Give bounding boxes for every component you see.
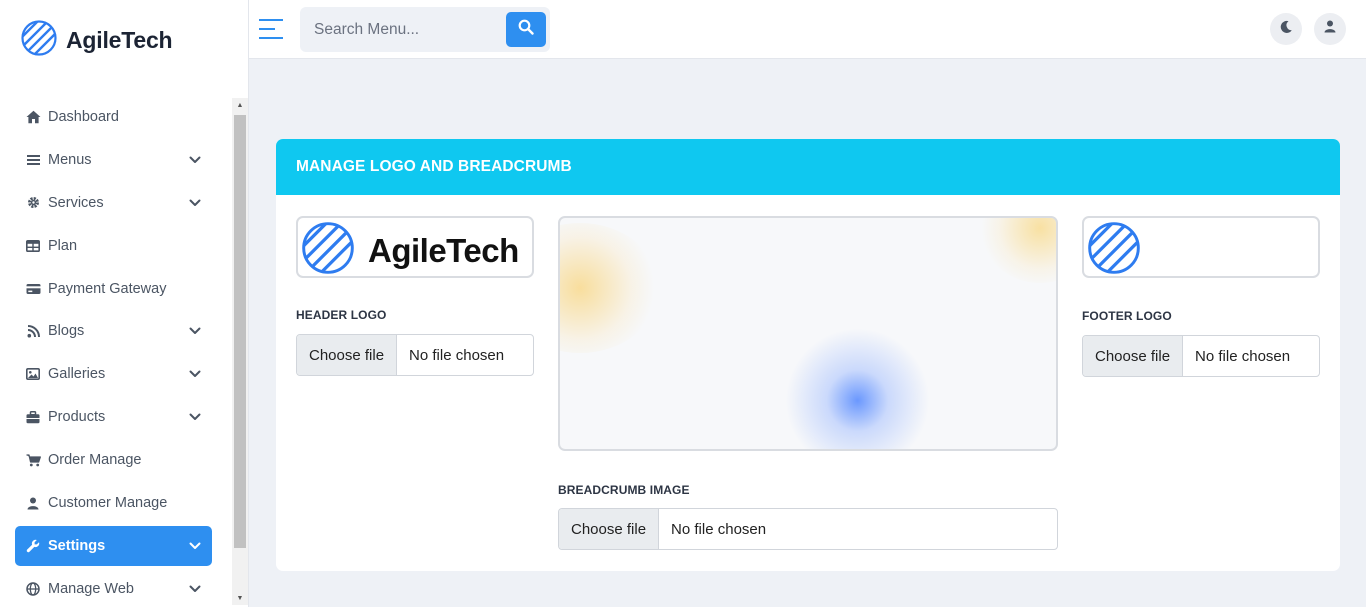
sidebar-item-menus[interactable]: Menus	[15, 140, 212, 180]
sidebar-nav: Dashboard Menus Services Plan Payment Gatewa…	[15, 97, 212, 607]
scroll-up-arrow-icon[interactable]: ▲	[232, 98, 248, 112]
header-logo-choose-file-button[interactable]: Choose file	[297, 335, 398, 375]
sidebar-item-label: Menus	[48, 151, 92, 168]
menu-toggle-icon[interactable]	[259, 18, 283, 40]
sidebar-item-label: Products	[48, 409, 106, 426]
brand-logo[interactable]: AgileTech	[20, 19, 173, 62]
user-icon	[25, 495, 41, 511]
footer-logo-mark-icon	[1086, 222, 1142, 276]
chevron-down-icon	[188, 367, 202, 381]
search-icon	[518, 19, 534, 40]
footer-logo-choose-file-button[interactable]: Choose file	[1083, 336, 1184, 376]
sidebar-item-payment-gateway[interactable]: Payment Gateway	[15, 269, 212, 309]
scroll-down-arrow-icon[interactable]: ▼	[232, 591, 248, 605]
brand-name: AgileTech	[66, 26, 173, 53]
breadcrumb-glow-blue	[785, 328, 930, 449]
footer-logo-file-input[interactable]: Choose file No file chosen	[1082, 335, 1320, 377]
chevron-down-icon	[188, 582, 202, 596]
header-logo-label: HEADER LOGO	[296, 308, 387, 322]
gear-icon	[25, 195, 41, 211]
sidebar-item-dashboard[interactable]: Dashboard	[15, 97, 212, 137]
search-input[interactable]	[300, 7, 500, 52]
card-title: MANAGE LOGO AND BREADCRUMB	[276, 139, 1340, 195]
user-icon	[1324, 20, 1336, 38]
footer-logo-preview	[1082, 216, 1320, 278]
breadcrumb-choose-file-button[interactable]: Choose file	[559, 509, 660, 549]
cart-icon	[25, 452, 41, 468]
sidebar-scrollbar[interactable]: ▲ ▼	[232, 98, 248, 605]
brand-mark-icon	[20, 19, 58, 62]
sidebar-item-services[interactable]: Services	[15, 183, 212, 223]
footer-logo-label: FOOTER LOGO	[1082, 309, 1172, 323]
chevron-down-icon	[188, 153, 202, 167]
footer-logo-file-status: No file chosen	[1195, 347, 1291, 365]
sidebar-item-label: Blogs	[48, 323, 85, 340]
header-logo-file-input[interactable]: Choose file No file chosen	[296, 334, 534, 376]
breadcrumb-image-file-input[interactable]: Choose file No file chosen	[558, 508, 1058, 550]
globe-icon	[25, 581, 41, 597]
sidebar: AgileTech Dashboard Menus Services Plan Paym…	[0, 0, 249, 607]
sidebar-item-galleries[interactable]: Galleries	[15, 354, 212, 394]
sidebar-item-products[interactable]: Products	[15, 397, 212, 437]
agiletech-logo-mark-icon	[300, 220, 356, 276]
breadcrumb-image-label: BREADCRUMB IMAGE	[558, 483, 690, 497]
sidebar-item-label: Plan	[48, 237, 78, 254]
topbar	[249, 0, 1366, 59]
sidebar-scrollbar-thumb[interactable]	[234, 115, 246, 548]
sidebar-item-label: Order Manage	[48, 452, 142, 469]
chevron-down-icon	[188, 539, 202, 553]
header-logo-text: AgileTech	[368, 231, 519, 269]
sidebar-item-order-manage[interactable]: Order Manage	[15, 440, 212, 480]
home-icon	[25, 109, 41, 125]
breadcrumb-file-status: No file chosen	[671, 520, 767, 538]
table-icon	[25, 238, 41, 254]
user-menu-button[interactable]	[1314, 13, 1346, 45]
sidebar-item-manage-web[interactable]: Manage Web	[15, 569, 212, 607]
sidebar-item-blogs[interactable]: Blogs	[15, 311, 212, 351]
search-bar	[300, 7, 550, 52]
sidebar-item-label: Galleries	[48, 366, 106, 383]
blog-icon	[25, 323, 41, 339]
sidebar-item-label: Manage Web	[48, 580, 134, 597]
manage-logo-card: MANAGE LOGO AND BREADCRUMB AgileTech HEA…	[276, 139, 1340, 571]
breadcrumb-glow-yellow-left	[560, 223, 660, 353]
moon-icon	[1279, 20, 1293, 39]
header-logo-file-status: No file chosen	[409, 346, 505, 364]
chevron-down-icon	[188, 324, 202, 338]
sidebar-item-label: Customer Manage	[48, 495, 168, 512]
credit-card-icon	[25, 281, 41, 297]
breadcrumb-image-preview	[558, 216, 1058, 451]
sidebar-item-customer-manage[interactable]: Customer Manage	[15, 483, 212, 523]
bars-icon	[25, 152, 41, 168]
wrench-icon	[25, 538, 41, 554]
header-logo-preview: AgileTech	[296, 216, 534, 278]
sidebar-item-label: Settings	[48, 537, 106, 554]
chevron-down-icon	[188, 410, 202, 424]
search-button[interactable]	[506, 12, 546, 47]
image-icon	[25, 366, 41, 382]
theme-toggle-button[interactable]	[1270, 13, 1302, 45]
chevron-down-icon	[188, 196, 202, 210]
briefcase-icon	[25, 409, 41, 425]
sidebar-item-label: Payment Gateway	[48, 280, 167, 297]
sidebar-item-label: Dashboard	[48, 109, 119, 125]
sidebar-item-settings[interactable]: Settings	[15, 525, 212, 566]
breadcrumb-glow-yellow-right	[980, 218, 1056, 283]
sidebar-item-label: Services	[48, 194, 104, 211]
sidebar-item-plan[interactable]: Plan	[15, 226, 212, 266]
